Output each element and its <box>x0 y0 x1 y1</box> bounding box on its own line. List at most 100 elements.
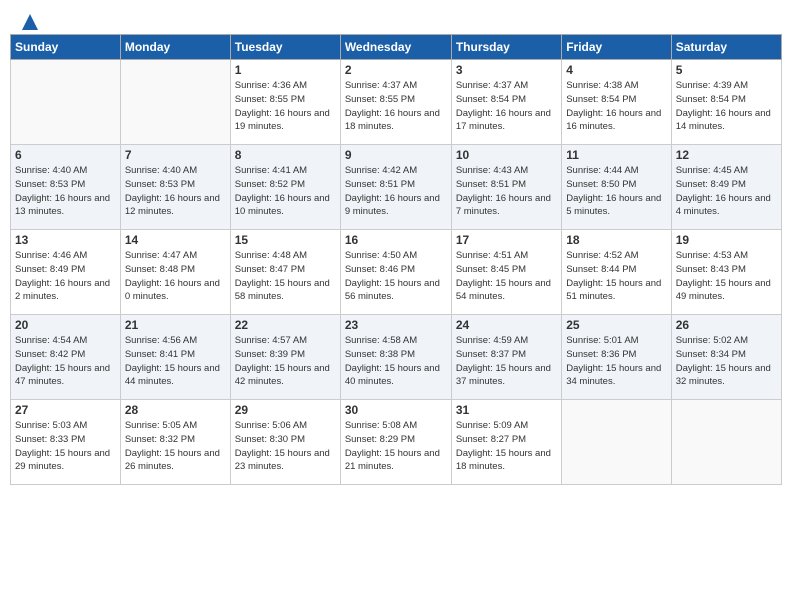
day-of-week-header: Sunday <box>11 35 121 60</box>
day-info: Sunrise: 4:40 AM Sunset: 8:53 PM Dayligh… <box>15 164 116 219</box>
day-number: 4 <box>566 63 666 77</box>
day-number: 24 <box>456 318 557 332</box>
calendar-cell: 11 Sunrise: 4:44 AM Sunset: 8:50 PM Dayli… <box>562 145 671 230</box>
day-number: 8 <box>235 148 336 162</box>
calendar-cell: 21 Sunrise: 4:56 AM Sunset: 8:41 PM Dayli… <box>120 315 230 400</box>
day-of-week-header: Monday <box>120 35 230 60</box>
calendar-week-row: 27 Sunrise: 5:03 AM Sunset: 8:33 PM Dayli… <box>11 400 782 485</box>
calendar-cell: 4 Sunrise: 4:38 AM Sunset: 8:54 PM Daylig… <box>562 60 671 145</box>
day-of-week-header: Saturday <box>671 35 781 60</box>
calendar-table: SundayMondayTuesdayWednesdayThursdayFrid… <box>10 34 782 485</box>
day-number: 12 <box>676 148 777 162</box>
day-number: 6 <box>15 148 116 162</box>
calendar-cell: 18 Sunrise: 4:52 AM Sunset: 8:44 PM Dayli… <box>562 230 671 315</box>
calendar-cell: 25 Sunrise: 5:01 AM Sunset: 8:36 PM Dayli… <box>562 315 671 400</box>
calendar-cell: 17 Sunrise: 4:51 AM Sunset: 8:45 PM Dayli… <box>451 230 561 315</box>
day-info: Sunrise: 4:52 AM Sunset: 8:44 PM Dayligh… <box>566 249 666 304</box>
calendar-cell: 24Sunrise: 4:59 AM Sunset: 8:37 PM Dayli… <box>451 315 561 400</box>
day-number: 1 <box>235 63 336 77</box>
day-of-week-header: Thursday <box>451 35 561 60</box>
day-info: Sunrise: 4:39 AM Sunset: 8:54 PM Dayligh… <box>676 79 777 134</box>
calendar-cell: 2Sunrise: 4:37 AM Sunset: 8:55 PM Daylig… <box>340 60 451 145</box>
day-info: Sunrise: 5:03 AM Sunset: 8:33 PM Dayligh… <box>15 419 116 474</box>
day-info: Sunrise: 5:06 AM Sunset: 8:30 PM Dayligh… <box>235 419 336 474</box>
calendar-cell: 27 Sunrise: 5:03 AM Sunset: 8:33 PM Dayli… <box>11 400 121 485</box>
day-number: 23 <box>345 318 447 332</box>
calendar-cell: 19 Sunrise: 4:53 AM Sunset: 8:43 PM Dayli… <box>671 230 781 315</box>
calendar-cell: 5 Sunrise: 4:39 AM Sunset: 8:54 PM Daylig… <box>671 60 781 145</box>
calendar-cell: 29 Sunrise: 5:06 AM Sunset: 8:30 PM Dayli… <box>230 400 340 485</box>
day-number: 30 <box>345 403 447 417</box>
calendar-cell: 10 Sunrise: 4:43 AM Sunset: 8:51 PM Dayli… <box>451 145 561 230</box>
day-info: Sunrise: 4:46 AM Sunset: 8:49 PM Dayligh… <box>15 249 116 304</box>
day-number: 14 <box>125 233 226 247</box>
calendar-week-row: 20 Sunrise: 4:54 AM Sunset: 8:42 PM Dayli… <box>11 315 782 400</box>
calendar-cell: 28 Sunrise: 5:05 AM Sunset: 8:32 PM Dayli… <box>120 400 230 485</box>
calendar-cell: 12 Sunrise: 4:45 AM Sunset: 8:49 PM Dayli… <box>671 145 781 230</box>
day-number: 29 <box>235 403 336 417</box>
day-number: 17 <box>456 233 557 247</box>
calendar-week-row: 6 Sunrise: 4:40 AM Sunset: 8:53 PM Daylig… <box>11 145 782 230</box>
day-number: 3 <box>456 63 557 77</box>
day-number: 15 <box>235 233 336 247</box>
calendar-cell: 31Sunrise: 5:09 AM Sunset: 8:27 PM Dayli… <box>451 400 561 485</box>
logo-arrow-icon <box>22 14 38 30</box>
calendar-cell: 14 Sunrise: 4:47 AM Sunset: 8:48 PM Dayli… <box>120 230 230 315</box>
calendar-cell: 15Sunrise: 4:48 AM Sunset: 8:47 PM Dayli… <box>230 230 340 315</box>
day-number: 5 <box>676 63 777 77</box>
day-number: 11 <box>566 148 666 162</box>
day-number: 27 <box>15 403 116 417</box>
calendar-cell: 1 Sunrise: 4:36 AM Sunset: 8:55 PM Daylig… <box>230 60 340 145</box>
calendar-week-row: 13 Sunrise: 4:46 AM Sunset: 8:49 PM Dayli… <box>11 230 782 315</box>
day-number: 22 <box>235 318 336 332</box>
day-info: Sunrise: 4:44 AM Sunset: 8:50 PM Dayligh… <box>566 164 666 219</box>
calendar-cell: 16Sunrise: 4:50 AM Sunset: 8:46 PM Dayli… <box>340 230 451 315</box>
calendar-cell: 3 Sunrise: 4:37 AM Sunset: 8:54 PM Daylig… <box>451 60 561 145</box>
day-number: 25 <box>566 318 666 332</box>
day-number: 31 <box>456 403 557 417</box>
day-of-week-header: Wednesday <box>340 35 451 60</box>
day-info: Sunrise: 4:37 AM Sunset: 8:54 PM Dayligh… <box>456 79 557 134</box>
day-number: 13 <box>15 233 116 247</box>
day-info: Sunrise: 4:56 AM Sunset: 8:41 PM Dayligh… <box>125 334 226 389</box>
day-info: Sunrise: 4:51 AM Sunset: 8:45 PM Dayligh… <box>456 249 557 304</box>
calendar-cell: 7Sunrise: 4:40 AM Sunset: 8:53 PM Daylig… <box>120 145 230 230</box>
day-info: Sunrise: 4:53 AM Sunset: 8:43 PM Dayligh… <box>676 249 777 304</box>
day-info: Sunrise: 4:47 AM Sunset: 8:48 PM Dayligh… <box>125 249 226 304</box>
day-info: Sunrise: 4:50 AM Sunset: 8:46 PM Dayligh… <box>345 249 447 304</box>
day-number: 18 <box>566 233 666 247</box>
day-number: 10 <box>456 148 557 162</box>
calendar-cell <box>120 60 230 145</box>
calendar-cell: 13 Sunrise: 4:46 AM Sunset: 8:49 PM Dayli… <box>11 230 121 315</box>
calendar-cell: 22Sunrise: 4:57 AM Sunset: 8:39 PM Dayli… <box>230 315 340 400</box>
day-number: 26 <box>676 318 777 332</box>
day-info: Sunrise: 4:41 AM Sunset: 8:52 PM Dayligh… <box>235 164 336 219</box>
day-number: 2 <box>345 63 447 77</box>
day-number: 21 <box>125 318 226 332</box>
calendar-cell: 20 Sunrise: 4:54 AM Sunset: 8:42 PM Dayli… <box>11 315 121 400</box>
day-info: Sunrise: 5:08 AM Sunset: 8:29 PM Dayligh… <box>345 419 447 474</box>
day-info: Sunrise: 4:38 AM Sunset: 8:54 PM Dayligh… <box>566 79 666 134</box>
calendar-cell: 9Sunrise: 4:42 AM Sunset: 8:51 PM Daylig… <box>340 145 451 230</box>
calendar-week-row: 1 Sunrise: 4:36 AM Sunset: 8:55 PM Daylig… <box>11 60 782 145</box>
day-info: Sunrise: 5:05 AM Sunset: 8:32 PM Dayligh… <box>125 419 226 474</box>
day-number: 28 <box>125 403 226 417</box>
day-info: Sunrise: 5:01 AM Sunset: 8:36 PM Dayligh… <box>566 334 666 389</box>
calendar-cell: 6 Sunrise: 4:40 AM Sunset: 8:53 PM Daylig… <box>11 145 121 230</box>
calendar-cell <box>671 400 781 485</box>
day-of-week-header: Tuesday <box>230 35 340 60</box>
day-info: Sunrise: 4:43 AM Sunset: 8:51 PM Dayligh… <box>456 164 557 219</box>
day-info: Sunrise: 5:02 AM Sunset: 8:34 PM Dayligh… <box>676 334 777 389</box>
day-of-week-header: Friday <box>562 35 671 60</box>
day-info: Sunrise: 4:36 AM Sunset: 8:55 PM Dayligh… <box>235 79 336 134</box>
calendar-cell: 30 Sunrise: 5:08 AM Sunset: 8:29 PM Dayli… <box>340 400 451 485</box>
calendar-cell <box>562 400 671 485</box>
calendar-header-row: SundayMondayTuesdayWednesdayThursdayFrid… <box>11 35 782 60</box>
day-info: Sunrise: 4:54 AM Sunset: 8:42 PM Dayligh… <box>15 334 116 389</box>
day-number: 9 <box>345 148 447 162</box>
day-number: 20 <box>15 318 116 332</box>
logo <box>20 18 38 24</box>
day-number: 19 <box>676 233 777 247</box>
calendar-cell <box>11 60 121 145</box>
day-info: Sunrise: 4:45 AM Sunset: 8:49 PM Dayligh… <box>676 164 777 219</box>
